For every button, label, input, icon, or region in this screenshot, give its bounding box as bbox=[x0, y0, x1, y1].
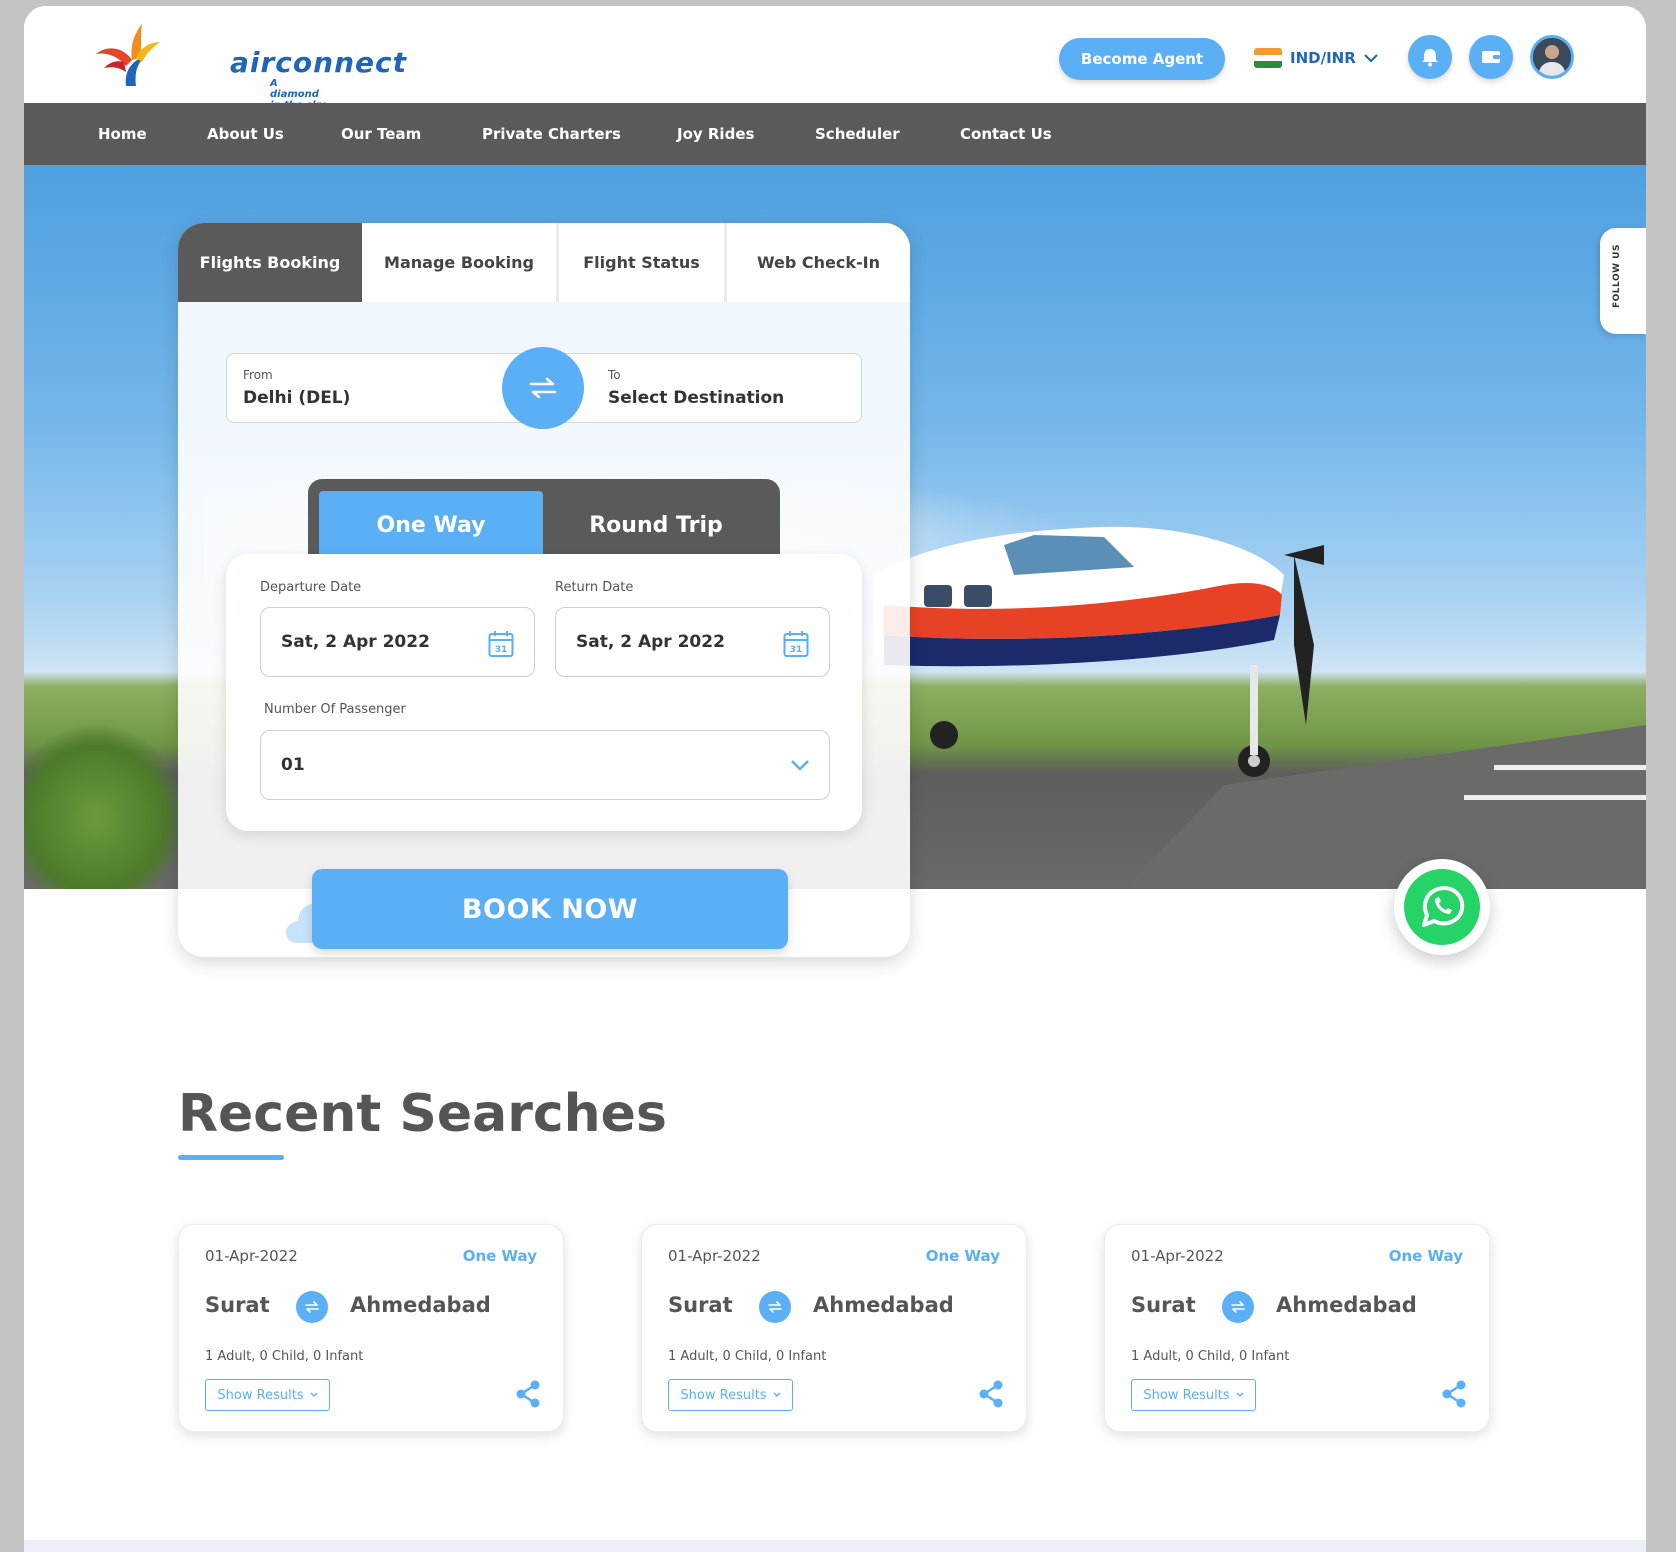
search-date: 01-Apr-2022 bbox=[1131, 1247, 1224, 1265]
show-results-button[interactable]: Show Results bbox=[668, 1379, 793, 1411]
become-agent-button[interactable]: Become Agent bbox=[1059, 38, 1225, 80]
site-header: airconnect A diamond in the sky Become A… bbox=[24, 6, 1646, 111]
india-flag-icon bbox=[1254, 48, 1282, 68]
chevron-down-icon bbox=[1236, 1392, 1244, 1397]
swap-icon bbox=[759, 1291, 791, 1323]
recent-search-card: 01-Apr-2022 One Way Surat Ahmedabad 1 Ad… bbox=[641, 1224, 1027, 1432]
departure-date-label: Departure Date bbox=[260, 580, 362, 595]
departure-date-field[interactable]: Sat, 2 Apr 2022 31 bbox=[260, 607, 535, 677]
date-passenger-panel: Departure Date Sat, 2 Apr 2022 31 Return… bbox=[226, 554, 862, 831]
from-label: From bbox=[243, 368, 273, 382]
swap-icon bbox=[1222, 1291, 1254, 1323]
follow-us-label: FOLLOW US bbox=[1612, 244, 1622, 308]
user-avatar[interactable] bbox=[1530, 35, 1574, 79]
airconnect-logo[interactable]: airconnect A diamond in the sky bbox=[96, 16, 406, 111]
to-field[interactable]: Select Destination bbox=[608, 388, 784, 408]
recent-search-card: 01-Apr-2022 One Way Surat Ahmedabad 1 Ad… bbox=[178, 1224, 564, 1432]
main-nav: Home About Us Our Team Private Charters … bbox=[24, 103, 1646, 165]
destination-city: Ahmedabad bbox=[350, 1293, 491, 1317]
currency-selector[interactable]: IND/INR bbox=[1254, 46, 1378, 70]
search-date: 01-Apr-2022 bbox=[205, 1247, 298, 1265]
logo-wordmark: airconnect bbox=[230, 46, 407, 79]
wallet-button[interactable] bbox=[1469, 35, 1513, 79]
tab-web-check-in[interactable]: Web Check-In bbox=[727, 223, 910, 302]
tab-flight-status[interactable]: Flight Status bbox=[559, 223, 727, 302]
calendar-day-text: 31 bbox=[495, 645, 508, 655]
passenger-select[interactable]: 01 bbox=[260, 730, 830, 800]
recent-search-card: 01-Apr-2022 One Way Surat Ahmedabad 1 Ad… bbox=[1104, 1224, 1490, 1432]
booking-tabs: Flights Booking Manage Booking Flight St… bbox=[178, 223, 910, 302]
nav-home[interactable]: Home bbox=[98, 103, 147, 165]
nav-joy-rides[interactable]: Joy Rides bbox=[677, 103, 754, 165]
swap-route-button[interactable] bbox=[502, 347, 584, 429]
tab-flights-booking[interactable]: Flights Booking bbox=[178, 223, 362, 302]
wallet-icon bbox=[1482, 51, 1500, 63]
trip-type-label: One Way bbox=[462, 1247, 537, 1265]
whatsapp-chat-button[interactable] bbox=[1394, 859, 1490, 955]
show-results-label: Show Results bbox=[680, 1387, 767, 1403]
show-results-label: Show Results bbox=[217, 1387, 304, 1403]
trip-type-label: One Way bbox=[925, 1247, 1000, 1265]
user-photo-icon bbox=[1533, 38, 1571, 76]
passenger-summary: 1 Adult, 0 Child, 0 Infant bbox=[205, 1349, 364, 1364]
calendar-day-text: 31 bbox=[790, 645, 803, 655]
nav-scheduler[interactable]: Scheduler bbox=[815, 103, 900, 165]
nav-our-team[interactable]: Our Team bbox=[341, 103, 421, 165]
origin-city: Surat bbox=[1131, 1293, 1196, 1317]
search-date: 01-Apr-2022 bbox=[668, 1247, 761, 1265]
passenger-label: Number Of Passenger bbox=[264, 702, 406, 717]
nav-contact-us[interactable]: Contact Us bbox=[960, 103, 1052, 165]
origin-city: Surat bbox=[205, 1293, 270, 1317]
follow-us-tab[interactable]: FOLLOW US bbox=[1600, 228, 1646, 334]
chevron-down-icon bbox=[773, 1392, 781, 1397]
show-results-button[interactable]: Show Results bbox=[205, 1379, 330, 1411]
destination-city: Ahmedabad bbox=[813, 1293, 954, 1317]
calendar-icon: 31 bbox=[488, 631, 514, 657]
departure-date-value: Sat, 2 Apr 2022 bbox=[281, 632, 430, 652]
to-label: To bbox=[608, 368, 621, 382]
calendar-icon: 31 bbox=[783, 631, 809, 657]
show-results-label: Show Results bbox=[1143, 1387, 1230, 1403]
trip-type-label: One Way bbox=[1388, 1247, 1463, 1265]
return-date-value: Sat, 2 Apr 2022 bbox=[576, 632, 725, 652]
swap-icon bbox=[296, 1291, 328, 1323]
trip-type-toggle: One Way Round Trip bbox=[308, 479, 780, 559]
return-date-field[interactable]: Sat, 2 Apr 2022 31 bbox=[555, 607, 830, 677]
chevron-down-icon bbox=[1364, 54, 1378, 63]
notifications-button[interactable] bbox=[1408, 35, 1452, 79]
passenger-summary: 1 Adult, 0 Child, 0 Infant bbox=[668, 1349, 827, 1364]
share-icon[interactable] bbox=[515, 1380, 541, 1408]
tab-manage-booking[interactable]: Manage Booking bbox=[362, 223, 559, 302]
destination-city: Ahmedabad bbox=[1276, 1293, 1417, 1317]
passenger-summary: 1 Adult, 0 Child, 0 Infant bbox=[1131, 1349, 1290, 1364]
from-field[interactable]: Delhi (DEL) bbox=[243, 388, 350, 408]
nav-private-charters[interactable]: Private Charters bbox=[482, 103, 621, 165]
recent-searches-title: Recent Searches bbox=[178, 1084, 667, 1144]
one-way-option[interactable]: One Way bbox=[319, 491, 543, 559]
passenger-value: 01 bbox=[281, 755, 305, 775]
title-underline bbox=[178, 1155, 284, 1160]
return-date-label: Return Date bbox=[555, 580, 634, 595]
swap-arrows-icon bbox=[529, 377, 557, 399]
book-now-button[interactable]: BOOK NOW bbox=[312, 869, 788, 949]
nav-about-us[interactable]: About Us bbox=[207, 103, 284, 165]
chevron-down-icon bbox=[310, 1392, 318, 1397]
page: airconnect A diamond in the sky Become A… bbox=[24, 6, 1646, 1552]
whatsapp-icon bbox=[1404, 869, 1480, 945]
chevron-down-icon bbox=[791, 760, 809, 771]
round-trip-option[interactable]: Round Trip bbox=[543, 491, 769, 559]
share-icon[interactable] bbox=[978, 1380, 1004, 1408]
booking-widget: Flights Booking Manage Booking Flight St… bbox=[178, 223, 910, 957]
show-results-button[interactable]: Show Results bbox=[1131, 1379, 1256, 1411]
origin-city: Surat bbox=[668, 1293, 733, 1317]
bell-icon bbox=[1422, 49, 1438, 67]
footer-strip bbox=[24, 1540, 1646, 1552]
share-icon[interactable] bbox=[1441, 1380, 1467, 1408]
currency-label: IND/INR bbox=[1290, 49, 1356, 67]
bird-logo-icon bbox=[96, 24, 160, 86]
